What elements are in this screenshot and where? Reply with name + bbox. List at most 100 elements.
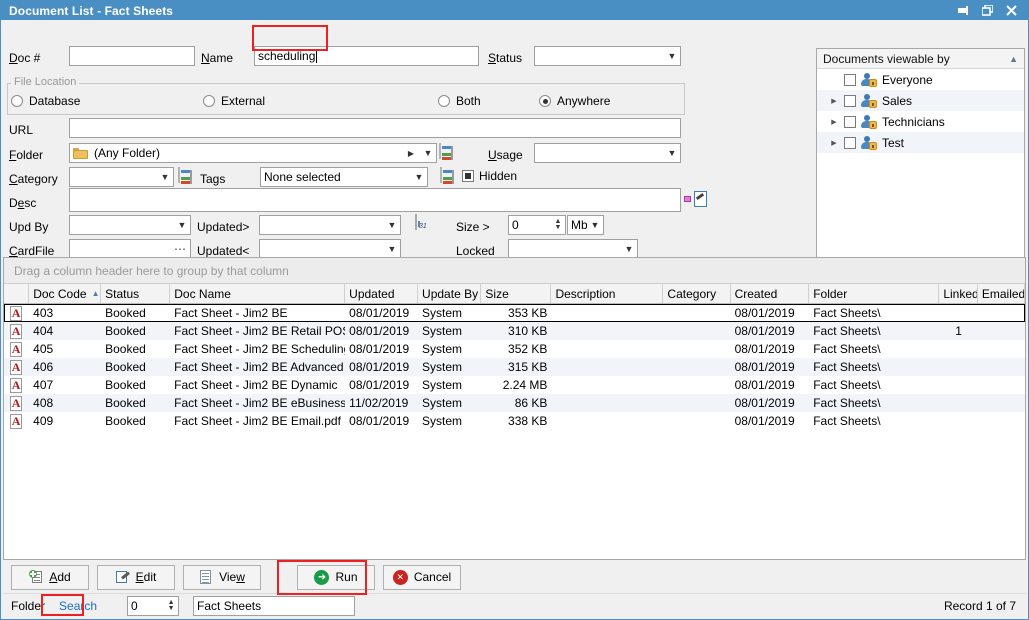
category-list-edit-icon[interactable] xyxy=(178,167,180,183)
cancel-icon xyxy=(393,570,408,585)
restore-icon[interactable] xyxy=(976,2,998,19)
tags-dropdown[interactable]: None selected▼ xyxy=(260,167,428,187)
cell-icon xyxy=(4,376,29,394)
ellipsis-icon[interactable]: ⋯ xyxy=(174,242,190,256)
checkbox-icon[interactable] xyxy=(844,116,856,128)
stepper-arrows-icon[interactable]: ▲▼ xyxy=(551,219,565,231)
tree-row-technicians[interactable]: ▶ Technicians xyxy=(817,111,1024,132)
grid-header-emailed[interactable]: Emailed xyxy=(978,284,1025,303)
status-dropdown[interactable]: ▼ xyxy=(534,46,681,66)
search-link[interactable]: Search xyxy=(59,599,97,613)
tree-row-label: Test xyxy=(882,136,904,150)
cell-emailed xyxy=(978,394,1025,412)
add-button[interactable]: AAdddd xyxy=(11,565,89,590)
grid-header-description[interactable]: Description xyxy=(551,284,663,303)
tree-row-sales[interactable]: ▶ Sales xyxy=(817,90,1024,111)
url-input[interactable] xyxy=(69,118,681,138)
radio-both[interactable]: Both xyxy=(438,94,481,108)
table-row[interactable]: 404BookedFact Sheet - Jim2 BE Retail POS… xyxy=(4,322,1025,340)
chevron-down-icon: ▼ xyxy=(157,172,173,182)
status-folder-label: Folder xyxy=(11,599,45,613)
tree-row-test[interactable]: ▶ Test xyxy=(817,132,1024,153)
size-stepper[interactable]: 0 ▲▼ xyxy=(508,215,566,235)
grid-header-updated[interactable]: Updated xyxy=(345,284,418,303)
grid-header-label: Created xyxy=(735,287,778,301)
updated-after-dropdown[interactable]: ▼ xyxy=(259,215,401,235)
usage-dropdown[interactable]: ▼ xyxy=(534,143,681,163)
cell-linked xyxy=(939,412,978,430)
grid-header-status[interactable]: Status xyxy=(101,284,170,303)
chevron-up-icon[interactable]: ▲ xyxy=(1009,54,1018,64)
hidden-checkbox[interactable]: Hidden xyxy=(462,169,517,183)
cell-category xyxy=(663,304,730,322)
table-row[interactable]: 405BookedFact Sheet - Jim2 BE Scheduling… xyxy=(4,340,1025,358)
run-button-label: Run xyxy=(335,570,357,584)
table-row[interactable]: 403BookedFact Sheet - Jim2 BE08/01/2019S… xyxy=(4,304,1025,322)
table-row[interactable]: 407BookedFact Sheet - Jim2 BE Dynamic08/… xyxy=(4,376,1025,394)
counter-stepper[interactable]: 0 ▲▼ xyxy=(127,596,179,616)
grid-header-category[interactable]: Category xyxy=(663,284,730,303)
grid-header-update_by[interactable]: Update By xyxy=(418,284,481,303)
folder-path-input[interactable]: Fact Sheets xyxy=(193,596,355,616)
radio-anywhere[interactable]: Anywhere xyxy=(539,94,610,108)
expand-arrow-icon[interactable]: ▶ xyxy=(829,118,839,126)
category-label: Category xyxy=(9,172,58,186)
grid-header-doc_name[interactable]: Doc Name xyxy=(170,284,345,303)
expand-arrow-icon[interactable]: ▶ xyxy=(829,97,839,105)
edit-button[interactable]: Edit xyxy=(97,565,175,590)
group-by-hint: Drag a column header here to group by th… xyxy=(14,264,289,278)
pin-icon[interactable] xyxy=(952,2,974,19)
run-button[interactable]: Run xyxy=(297,565,375,590)
grid-header-size[interactable]: Size xyxy=(481,284,551,303)
close-icon[interactable] xyxy=(1000,2,1022,19)
cell-size: 352 KB xyxy=(481,340,551,358)
group-by-drop-area[interactable]: Drag a column header here to group by th… xyxy=(4,258,1025,284)
checkbox-icon[interactable] xyxy=(844,74,856,86)
grid-header-icon[interactable] xyxy=(4,284,29,303)
cell-doc_code: 404 xyxy=(29,322,101,340)
cell-size: 315 KB xyxy=(481,358,551,376)
cell-doc_code: 403 xyxy=(29,304,101,322)
grid-header-doc_code[interactable]: Doc Code▲ xyxy=(29,284,101,303)
folder-list-edit-icon[interactable] xyxy=(439,143,441,159)
grid-header-created[interactable]: Created xyxy=(731,284,810,303)
expand-arrow-icon[interactable]: ▶ xyxy=(829,139,839,147)
upd-by-dropdown[interactable]: ▼ xyxy=(69,215,191,235)
locked-dropdown[interactable]: ▼ xyxy=(508,239,638,259)
cancel-button[interactable]: Cancel xyxy=(383,565,461,590)
folder-dropdown[interactable]: (Any Folder) ▶ ▼ xyxy=(69,143,437,163)
chevron-down-icon: ▼ xyxy=(664,51,680,61)
grid-header-folder[interactable]: Folder xyxy=(809,284,939,303)
tree-row-everyone[interactable]: Everyone xyxy=(817,69,1024,90)
radio-dot-icon xyxy=(438,95,450,107)
calendar-icon[interactable]: 31 xyxy=(415,214,417,230)
table-row[interactable]: 408BookedFact Sheet - Jim2 BE eBusiness … xyxy=(4,394,1025,412)
table-row[interactable]: 406BookedFact Sheet - Jim2 BE Advanced08… xyxy=(4,358,1025,376)
category-dropdown[interactable]: ▼ xyxy=(69,167,174,187)
tags-list-edit-icon[interactable] xyxy=(440,167,442,183)
table-row[interactable]: 409BookedFact Sheet - Jim2 BE Email.pdf0… xyxy=(4,412,1025,430)
grid-header-label: Linked xyxy=(943,287,978,301)
viewable-panel-header[interactable]: Documents viewable by ▲ xyxy=(817,49,1024,69)
checkbox-icon[interactable] xyxy=(844,95,856,107)
radio-dot-icon xyxy=(203,95,215,107)
size-unit-dropdown[interactable]: Mb▼ xyxy=(567,215,604,235)
cardfile-input[interactable]: ⋯ xyxy=(69,239,191,259)
doc-number-input[interactable] xyxy=(69,46,195,66)
grid-header-label: Description xyxy=(555,287,615,301)
updated-before-dropdown[interactable]: ▼ xyxy=(259,239,401,259)
cell-emailed xyxy=(978,358,1025,376)
checkbox-icon[interactable] xyxy=(844,137,856,149)
cell-category xyxy=(663,394,730,412)
grid-header-linked[interactable]: Linked xyxy=(939,284,978,303)
viewable-panel-title: Documents viewable by xyxy=(823,52,950,66)
desc-label: Desc xyxy=(9,196,36,210)
chevron-down-icon: ▼ xyxy=(621,244,637,254)
stepper-arrows-icon[interactable]: ▲▼ xyxy=(164,600,178,612)
view-button[interactable]: View xyxy=(183,565,261,590)
desc-input[interactable] xyxy=(69,188,681,212)
radio-database[interactable]: Database xyxy=(11,94,80,108)
radio-external[interactable]: External xyxy=(203,94,265,108)
cell-folder: Fact Sheets\ xyxy=(809,358,939,376)
name-input[interactable]: scheduling xyxy=(254,46,479,66)
